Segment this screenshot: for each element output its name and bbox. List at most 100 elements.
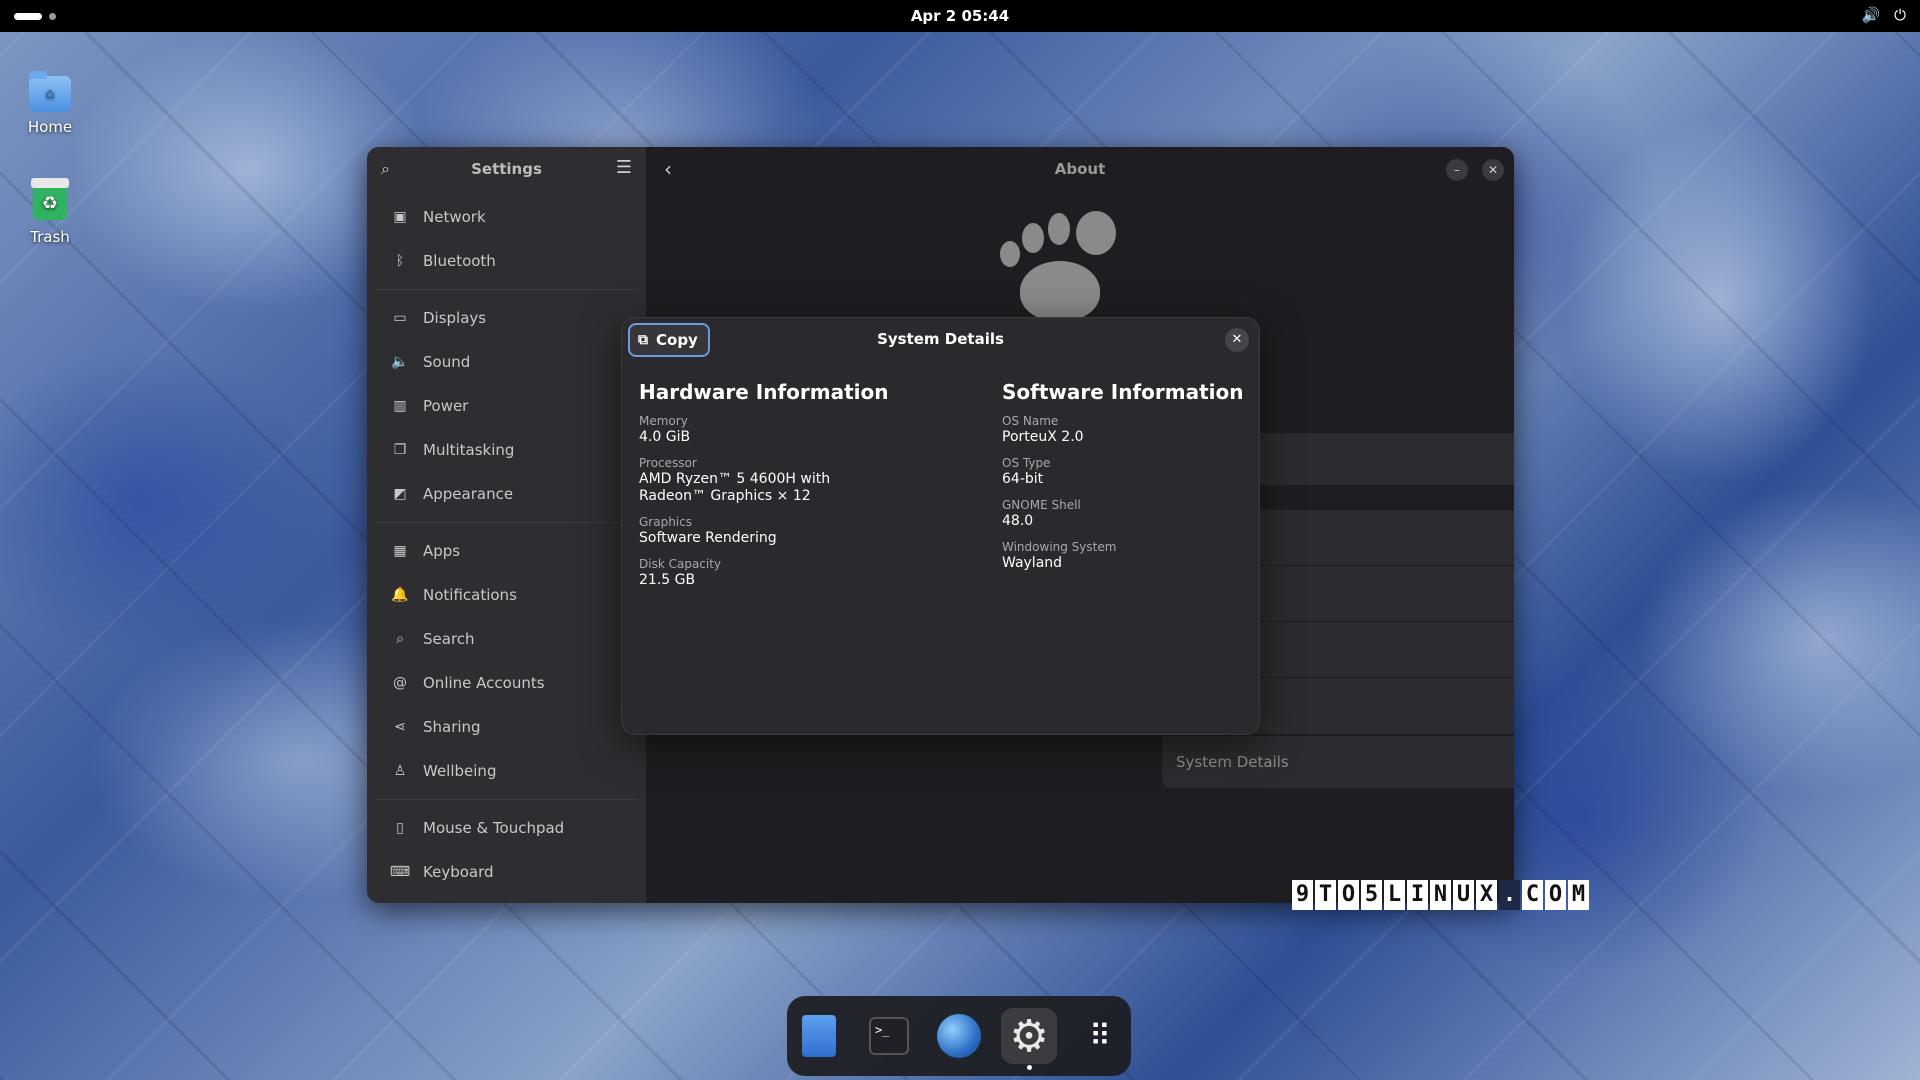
graphics-value: Software Rendering — [639, 530, 777, 546]
software-section: Software Information OS Name PorteuX 2.0… — [1002, 380, 1252, 582]
graphics-field: Graphics Software Rendering — [639, 515, 979, 547]
watermark-char: L — [1384, 880, 1405, 910]
running-indicator — [1027, 1065, 1032, 1070]
sidebar-item-label: Power — [423, 397, 469, 415]
dock-app-grid[interactable]: ⠿ — [1071, 1008, 1127, 1064]
page-title: About — [1054, 160, 1106, 178]
windowing-system-value: Wayland — [1002, 555, 1063, 571]
keyboard-icon: ⌨ — [389, 864, 411, 880]
trash-icon: ♻ — [31, 178, 69, 222]
workspace-indicator[interactable] — [14, 13, 42, 20]
dialog-close-button[interactable]: ✕ — [1225, 328, 1249, 352]
clock[interactable]: Apr 2 05:44 — [911, 7, 1009, 25]
sidebar-item-network[interactable]: ▣ Network — [371, 195, 642, 239]
disk-value: 21.5 GB — [639, 572, 696, 588]
sidebar-item-multitasking[interactable]: ❐ Multitasking — [371, 428, 642, 472]
sound-icon: 🔈 — [391, 354, 409, 370]
text-editor-icon — [802, 1015, 836, 1057]
volume-icon[interactable]: 🔊 — [1861, 6, 1880, 24]
settings-icon: ⚙ — [1009, 1010, 1049, 1062]
sidebar-header: ⌕ Settings ☰ — [367, 147, 646, 191]
watermark-char: 9 — [1292, 880, 1313, 910]
sidebar-item-mouse-touchpad[interactable]: ▯ Mouse & Touchpad — [371, 806, 642, 850]
close-icon[interactable]: ✕ — [1482, 159, 1504, 181]
dock-browser[interactable] — [931, 1008, 987, 1064]
sidebar-item-label: Search — [423, 630, 475, 648]
desktop-home[interactable]: ⌂ Home — [0, 71, 100, 136]
gnome-shell-label: GNOME Shell — [1002, 498, 1081, 512]
os-name-field: OS Name PorteuX 2.0 — [1002, 414, 1252, 446]
home-folder-icon: ⌂ — [29, 71, 71, 112]
sidebar-item-label: Online Accounts — [423, 674, 545, 692]
power-icon: ▥ — [393, 398, 407, 414]
dialog-title: System Details — [877, 330, 1004, 348]
watermark-char: X — [1476, 880, 1497, 910]
sidebar-item-label: Notifications — [423, 586, 517, 604]
os-type-field: OS Type 64-bit — [1002, 456, 1252, 488]
sidebar-item-online-accounts[interactable]: @ Online Accounts — [371, 661, 642, 705]
memory-label: Memory — [639, 414, 688, 428]
bluetooth-icon: ᛒ — [395, 253, 405, 269]
watermark-char: M — [1568, 880, 1589, 910]
sidebar-item-appearance[interactable]: ◩ Appearance — [371, 472, 642, 516]
sidebar-item-label: Mouse & Touchpad — [423, 819, 565, 837]
sidebar-item-label: Wellbeing — [423, 762, 497, 780]
watermark-char: O — [1545, 880, 1566, 910]
sidebar-item-sound[interactable]: 🔈 Sound — [371, 340, 642, 384]
gnome-logo-icon — [1000, 211, 1130, 321]
watermark-char: C — [1522, 880, 1543, 910]
mouse-icon: ▯ — [396, 820, 404, 836]
processor-label: Processor — [639, 456, 697, 470]
watermark-char: 5 — [1361, 880, 1382, 910]
system-details-row-label: System Details — [1176, 753, 1289, 771]
sidebar-item-keyboard[interactable]: ⌨ Keyboard — [371, 850, 642, 894]
apps-icon: ▦ — [393, 543, 407, 559]
sidebar-divider — [375, 799, 638, 800]
desktop-trash[interactable]: ♻ Trash — [0, 178, 100, 246]
desktop-trash-label: Trash — [30, 228, 70, 246]
dock-terminal[interactable]: >_ — [861, 1008, 917, 1064]
os-name-label: OS Name — [1002, 414, 1059, 428]
watermark-char: O — [1338, 880, 1359, 910]
watermark-char: N — [1430, 880, 1451, 910]
browser-icon — [937, 1014, 981, 1058]
sidebar-item-search[interactable]: ⌕ Search — [371, 617, 642, 661]
sidebar-item-label: Network — [423, 208, 486, 226]
desktop-home-label: Home — [27, 118, 73, 136]
network-icon: ▣ — [393, 209, 407, 225]
sidebar-item-wellbeing[interactable]: ♙ Wellbeing — [371, 749, 642, 793]
minimize-button[interactable]: – — [1446, 159, 1468, 181]
hardware-heading: Hardware Information — [639, 380, 889, 404]
share-icon: ⋖ — [394, 719, 406, 735]
sidebar-item-bluetooth[interactable]: ᛒ Bluetooth — [371, 239, 642, 283]
graphics-label: Graphics — [639, 515, 692, 529]
system-tray[interactable]: 🔊 ⏻ — [1861, 6, 1906, 24]
memory-value: 4.0 GiB — [639, 429, 691, 445]
app-grid-icon: ⠿ — [1089, 1018, 1111, 1054]
gnome-shell-value: 48.0 — [1002, 513, 1034, 529]
sidebar-item-label: Bluetooth — [423, 252, 496, 270]
display-icon: ▭ — [393, 310, 407, 326]
os-type-label: OS Type — [1002, 456, 1051, 470]
search-icon: ⌕ — [396, 631, 404, 647]
sidebar-item-sharing[interactable]: ⋖ Sharing — [371, 705, 642, 749]
system-details-row[interactable]: System Details › — [1162, 736, 1514, 788]
sidebar-item-apps[interactable]: ▦ Apps — [371, 529, 642, 573]
dock-settings[interactable]: ⚙ — [1001, 1008, 1057, 1070]
sidebar-item-displays[interactable]: ▭ Displays — [371, 296, 642, 340]
disk-label: Disk Capacity — [639, 557, 722, 571]
bell-icon: 🔔 — [391, 587, 409, 603]
sidebar-item-power[interactable]: ▥ Power — [371, 384, 642, 428]
sidebar-item-label: Appearance — [423, 485, 514, 503]
hardware-section: Hardware Information Memory 4.0 GiB Proc… — [639, 380, 979, 599]
sidebar-item-notifications[interactable]: 🔔 Notifications — [371, 573, 642, 617]
workspace-dot[interactable] — [49, 13, 56, 20]
dock-text-editor[interactable] — [791, 1008, 847, 1064]
watermark-char: I — [1407, 880, 1428, 910]
power-icon[interactable]: ⏻ — [1894, 6, 1906, 24]
menu-icon[interactable]: ☰ — [616, 157, 632, 178]
settings-sidebar: ⌕ Settings ☰ ▣ Network ᛒ Bluetooth ▭ Displa… — [367, 147, 646, 903]
processor-value-line1: AMD Ryzen™ 5 4600H with — [639, 471, 831, 487]
terminal-icon: >_ — [869, 1017, 909, 1055]
os-name-value: PorteuX 2.0 — [1002, 429, 1084, 445]
